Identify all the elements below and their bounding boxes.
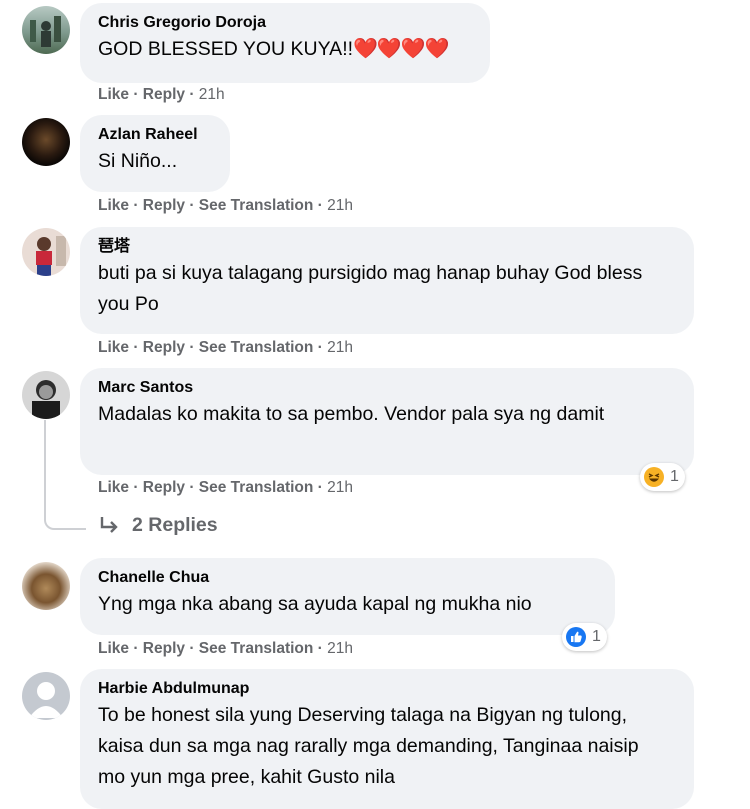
comment-actions: Like · Reply · See Translation · 21h bbox=[98, 479, 354, 496]
view-replies-link[interactable]: 2 Replies bbox=[98, 514, 218, 537]
reaction-summary[interactable]: 1 bbox=[562, 623, 607, 651]
like-link[interactable]: Like bbox=[98, 197, 129, 214]
timestamp[interactable]: 21h bbox=[327, 640, 353, 657]
comment-actions: Like · Reply · See Translation · 21h bbox=[98, 339, 354, 356]
like-link[interactable]: Like bbox=[98, 479, 129, 496]
commenter-name[interactable]: 琶塔 bbox=[98, 236, 676, 258]
comment-text: Yng mga nka abang sa ayuda kapal ng mukh… bbox=[98, 593, 532, 615]
avatar-image bbox=[36, 236, 66, 276]
reaction-count: 1 bbox=[670, 468, 679, 485]
timestamp[interactable]: 21h bbox=[327, 339, 353, 356]
like-link[interactable]: Like bbox=[98, 339, 129, 356]
replies-count: 2 Replies bbox=[132, 514, 218, 536]
commenter-name[interactable]: Marc Santos bbox=[98, 377, 676, 399]
like-reaction-icon bbox=[566, 627, 586, 647]
comment-text: GOD BLESSED YOU KUYA!!❤️❤️❤️❤️ bbox=[98, 38, 450, 60]
haha-reaction-icon bbox=[644, 467, 664, 487]
avatar[interactable] bbox=[22, 371, 70, 419]
comment-bubble: Azlan Raheel Si Niño... bbox=[80, 115, 230, 192]
comment-text: Madalas ko makita to sa pembo. Vendor pa… bbox=[98, 403, 605, 425]
comment-bubble: Harbie Abdulmunap To be honest sila yung… bbox=[80, 669, 694, 809]
timestamp[interactable]: 21h bbox=[327, 479, 353, 496]
comment-bubble: Chanelle Chua Yng mga nka abang sa ayuda… bbox=[80, 558, 615, 635]
comment-bubble: Chris Gregorio Doroja GOD BLESSED YOU KU… bbox=[80, 3, 490, 83]
like-link[interactable]: Like bbox=[98, 86, 129, 103]
avatar[interactable] bbox=[22, 672, 70, 720]
comment-actions: Like · Reply · See Translation · 21h bbox=[98, 640, 354, 657]
comment-text: To be honest sila yung Deserving talaga … bbox=[98, 704, 639, 788]
see-translation-link[interactable]: See Translation bbox=[199, 640, 314, 657]
commenter-name[interactable]: Azlan Raheel bbox=[98, 124, 212, 146]
commenter-name[interactable]: Harbie Abdulmunap bbox=[98, 678, 676, 700]
see-translation-link[interactable]: See Translation bbox=[199, 197, 314, 214]
avatar-image bbox=[32, 380, 60, 419]
reply-link[interactable]: Reply bbox=[143, 479, 185, 496]
timestamp[interactable]: 21h bbox=[199, 86, 225, 103]
reply-arrow-icon bbox=[100, 516, 118, 533]
timestamp[interactable]: 21h bbox=[327, 197, 353, 214]
avatar-image bbox=[30, 16, 61, 47]
comment-text: Si Niño... bbox=[98, 150, 178, 172]
avatar[interactable] bbox=[22, 6, 70, 54]
reaction-count: 1 bbox=[592, 628, 601, 645]
commenter-name[interactable]: Chanelle Chua bbox=[98, 567, 597, 589]
heart-emoji-icon: ❤️❤️❤️❤️ bbox=[353, 38, 450, 60]
reaction-summary[interactable]: 1 bbox=[640, 463, 685, 491]
see-translation-link[interactable]: See Translation bbox=[199, 339, 314, 356]
comment-bubble: 琶塔 buti pa si kuya talagang pursigido ma… bbox=[80, 227, 694, 334]
reply-link[interactable]: Reply bbox=[143, 339, 185, 356]
like-link[interactable]: Like bbox=[98, 640, 129, 657]
comment-actions: Like · Reply · See Translation · 21h bbox=[98, 197, 354, 214]
reply-link[interactable]: Reply bbox=[143, 86, 185, 103]
avatar[interactable] bbox=[22, 118, 70, 166]
commenter-name[interactable]: Chris Gregorio Doroja bbox=[98, 12, 472, 34]
default-profile-icon bbox=[29, 682, 63, 718]
avatar[interactable] bbox=[22, 228, 70, 276]
see-translation-link[interactable]: See Translation bbox=[199, 479, 314, 496]
reply-link[interactable]: Reply bbox=[143, 640, 185, 657]
comment-actions: Like · Reply · 21h bbox=[98, 86, 225, 103]
comment-text: buti pa si kuya talagang pursigido mag h… bbox=[98, 262, 643, 315]
comment-bubble: Marc Santos Madalas ko makita to sa pemb… bbox=[80, 368, 694, 475]
avatar[interactable] bbox=[22, 562, 70, 610]
reply-link[interactable]: Reply bbox=[143, 197, 185, 214]
